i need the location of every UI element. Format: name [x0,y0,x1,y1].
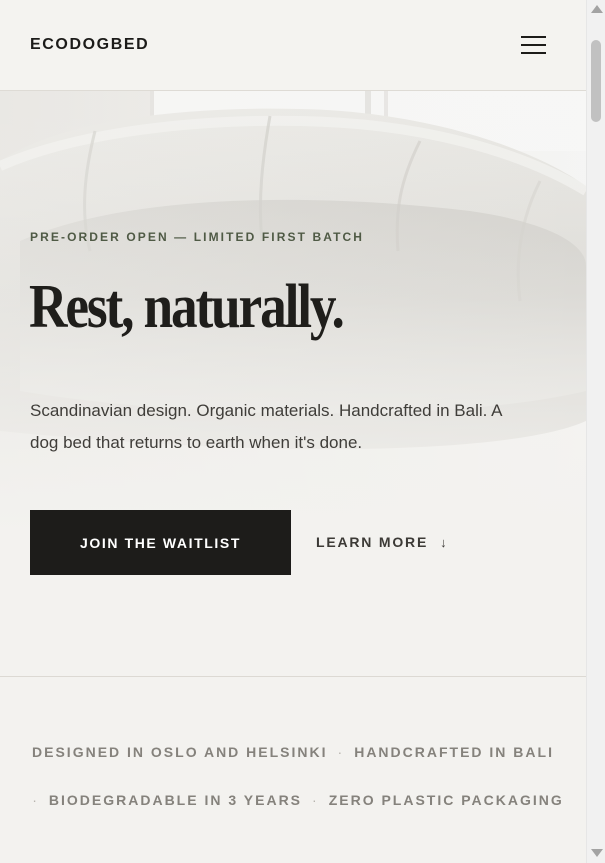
arrow-down-icon: ↓ [440,534,447,550]
menu-line [521,52,546,54]
hero-subtitle: Scandinavian design. Organic materials. … [30,401,502,452]
hero-overlay [0,91,586,676]
learn-more-label: LEARN MORE [316,534,429,550]
hero-eyebrow: PRE-ORDER OPEN — LIMITED FIRST BATCH [30,230,365,244]
scroll-down-arrow-icon[interactable] [591,849,603,857]
join-waitlist-button[interactable]: JOIN THE WAITLIST [30,510,291,575]
scroll-up-arrow-icon[interactable] [591,5,603,13]
hero-headline: Rest, naturally. [29,273,345,341]
hero-section: PRE-ORDER OPEN — LIMITED FIRST BATCH Res… [0,91,586,676]
scrollbar-thumb[interactable] [591,40,601,122]
page: ECODOGBED PRE-ORDER OPEN — LIMITED FIRST… [0,0,586,863]
feature-item: ZERO PLASTIC PACKAGING [328,792,564,808]
hamburger-menu-icon[interactable] [519,34,547,56]
feature-item: BIODEGRADABLE IN 3 YEARS [48,792,303,808]
separator-dot: · [312,792,319,808]
feature-item: DESIGNED IN OSLO AND HELSINKI [32,744,328,760]
feature-strip: DESIGNED IN OSLO AND HELSINKI · HANDCRAFTE… [0,676,586,863]
feature-item: HANDCRAFTED IN BALI [354,744,554,760]
vertical-scrollbar[interactable] [586,0,605,863]
join-waitlist-label: JOIN THE WAITLIST [80,534,241,551]
feature-row: · BIODEGRADABLE IN 3 YEARS · ZERO PLASTIC P… [0,792,586,808]
menu-line [521,36,546,38]
separator-dot: · [32,792,39,808]
brand-logo[interactable]: ECODOGBED [30,36,149,54]
feature-row: DESIGNED IN OSLO AND HELSINKI · HANDCRAFTE… [0,744,586,760]
site-header: ECODOGBED [0,0,586,91]
menu-line [521,44,546,46]
separator-dot: · [337,744,345,760]
learn-more-link[interactable]: LEARN MORE ↓ [316,534,447,550]
